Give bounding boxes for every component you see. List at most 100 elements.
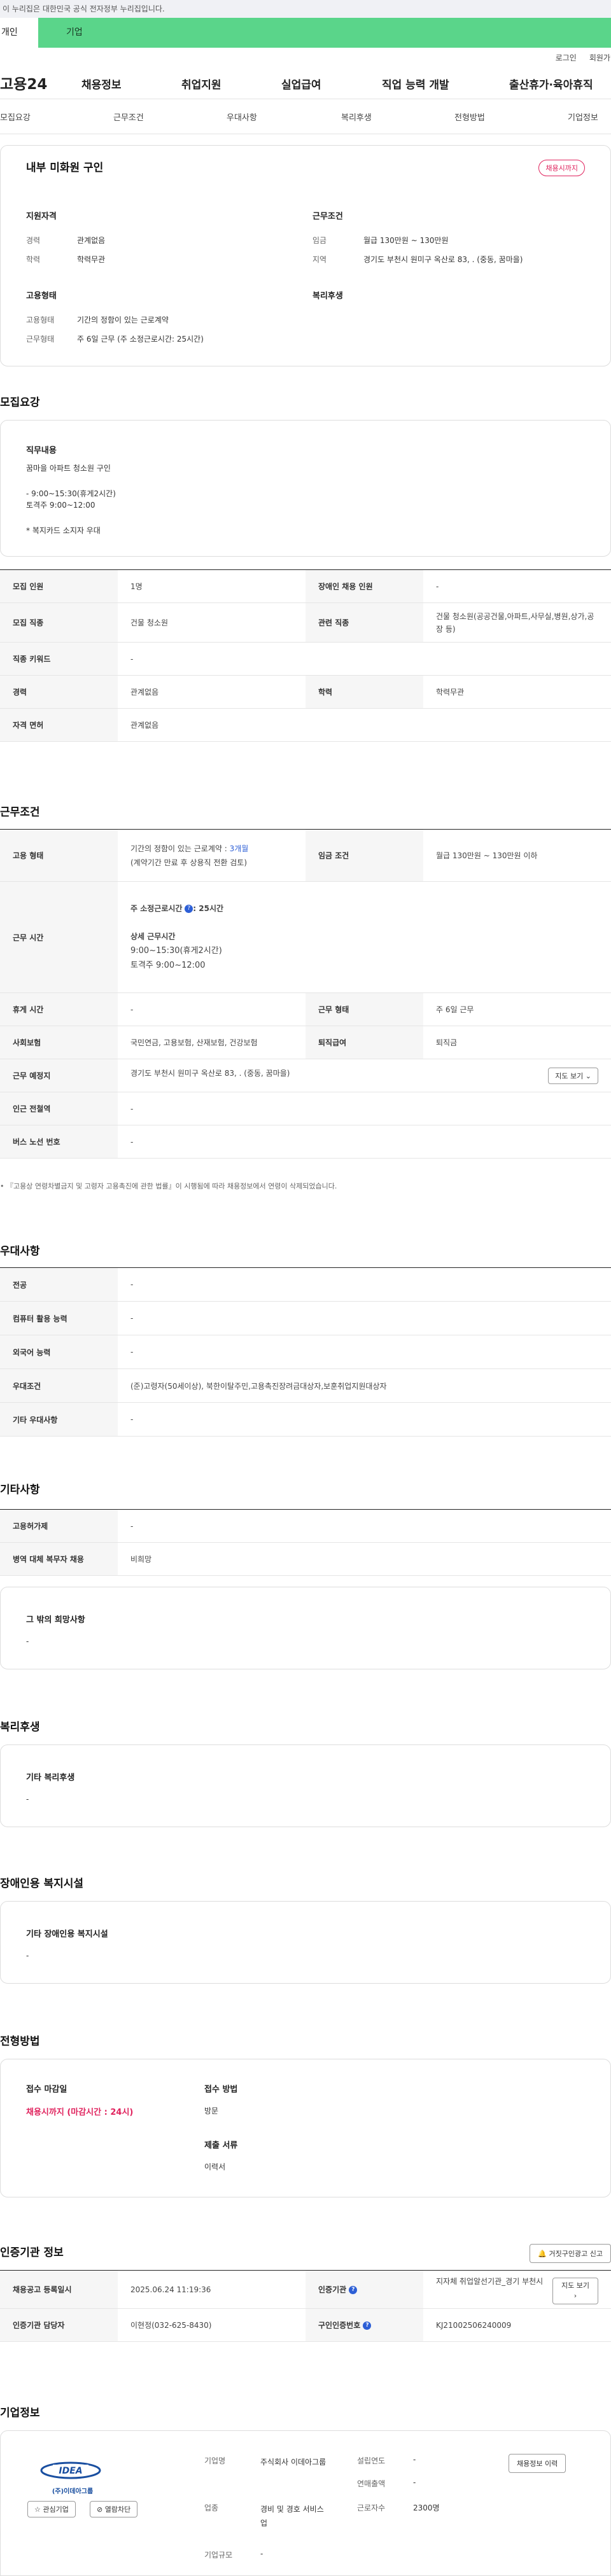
docs-value: 이력서 <box>204 2162 226 2171</box>
snb-preference[interactable]: 우대사항 <box>227 111 257 123</box>
cell-value: 지자체 취업알선기관_경기 부천시 지도 보기 › <box>423 2270 611 2309</box>
info-icon[interactable]: ? <box>349 2286 358 2294</box>
table-row: 자격 면허 관계없음 <box>0 708 611 742</box>
signup-link[interactable]: 회원가입 <box>589 52 611 63</box>
snb-welfare[interactable]: 복리후생 <box>341 111 372 123</box>
section-nav: 모집요강 근무조건 우대사항 복리후생 전형방법 기업정보 <box>0 99 611 134</box>
interest-button[interactable]: ☆ 관심기업 <box>27 2501 76 2517</box>
cell-label: 기타 우대사항 <box>0 1402 118 1437</box>
cell-label: 관련 직종 <box>306 602 423 643</box>
gnb-item-jobs[interactable]: 채용정보 <box>81 76 122 92</box>
block-label: 열람차단 <box>104 2505 131 2514</box>
hours-std-label: 주 소정근로시간 <box>130 904 183 913</box>
deadline-label: 접수 마감일 <box>26 2085 67 2094</box>
cell-label: 고용 형태 <box>0 829 118 882</box>
gnb-item-support[interactable]: 취업지원 <box>181 76 221 92</box>
map-button[interactable]: 지도 보기 ⌄ <box>548 1067 598 1084</box>
cell-value: 2025.06.24 11:19:36 <box>118 2270 306 2309</box>
welfare-card: 기타 복리후생 - <box>0 1744 611 1827</box>
table-row: 고용허가제 - <box>0 1509 611 1543</box>
cell-label: 전공 <box>0 1267 118 1302</box>
gnb-item-benefit[interactable]: 실업급여 <box>281 76 321 92</box>
qual-title: 지원자격 <box>26 212 57 221</box>
pref-table: 전공 - 컴퓨터 활용 능력 - 외국어 능력 - 우대조건 (준)고령자(50세이상)… <box>0 1267 611 1437</box>
recruit-title: 모집요강 <box>0 396 40 409</box>
cond-title: 근무조건 <box>313 212 343 221</box>
table-row: 병역 대체 복무자 채용 비희망 <box>0 1542 611 1576</box>
num-label: 구인인증번호 <box>318 2321 361 2330</box>
chevron-down-icon: ⌄ <box>585 1071 591 1080</box>
cell-label: 장애인 채용 인원 <box>306 569 423 603</box>
site-logo[interactable]: 고용24 <box>0 72 70 94</box>
emp-months: 3개월 <box>229 844 249 853</box>
duty-line-3: 토격주 9:00~12:00 <box>26 501 95 510</box>
cell-value: 비희망 <box>118 1542 611 1576</box>
snb-conditions[interactable]: 근무조건 <box>113 111 144 123</box>
emp-type: 기간의 정함이 있는 근로계약 : <box>130 844 230 853</box>
sales-value: - <box>413 2478 416 2487</box>
cell-value: KJ21002506240009 <box>423 2308 611 2342</box>
org-value: 지자체 취업알선기관_경기 부천시 <box>436 2276 544 2286</box>
table-row: 인증기관 담당자 이현정(032-625-8430) 구인인증번호 ? KJ21… <box>0 2308 611 2342</box>
gov-banner: 이 누리집은 대한민국 공식 전자정부 누리집입니다. <box>0 0 611 18</box>
tab-business[interactable]: 기업 <box>38 18 611 48</box>
info-icon[interactable]: ? <box>185 905 193 913</box>
duty-line-1: 꿈마을 아파트 청소원 구인 <box>26 464 111 473</box>
pref-title: 우대사항 <box>0 1245 40 1258</box>
interest-label: 관심기업 <box>43 2505 69 2514</box>
process-title: 전형방법 <box>0 2035 40 2048</box>
snb-company[interactable]: 기업정보 <box>568 111 598 123</box>
place-value: 경기도 부천시 원미구 옥산로 83, . (중동, 꿈마을) <box>130 1068 290 1078</box>
block-icon: ⊘ <box>97 2505 103 2514</box>
table-row: 채용공고 등록일시 2025.06.24 11:19:36 인증기관 ? 지자체… <box>0 2270 611 2309</box>
table-row: 우대조건 (준)고령자(50세이상), 북한이탈주민,고용촉진장려금대상자,보훈취… <box>0 1368 611 1403</box>
block-button[interactable]: ⊘ 열람차단 <box>90 2501 138 2517</box>
job-summary-card: 내부 미화원 구인 채용시까지 지원자격 경력 관계없음 학력 학력무관 근무조… <box>0 145 611 366</box>
info-icon[interactable]: ? <box>363 2322 372 2330</box>
hours-detail-title: 상세 근무시간 <box>130 932 176 941</box>
conditions-table: 고용 형태 기간의 정함이 있는 근로계약 : 3개월 (계약기간 만료 후 상… <box>0 829 611 1159</box>
duty-line-2: - 9:00~15:30(휴게2시간) <box>26 489 116 498</box>
age-footnote: • 『고용상 연령차별금지 및 고령자 고용촉진에 관한 법률』이 시행됨에 따… <box>0 1182 337 1190</box>
cell-value: - <box>118 1335 611 1369</box>
gnb-item-training[interactable]: 직업 능력 개발 <box>382 76 449 92</box>
edu-label: 학력 <box>26 255 41 264</box>
cell-value: 학력무관 <box>423 675 611 709</box>
age-footnote-text: 『고용상 연령차별금지 및 고령자 고용촉진에 관한 법률』이 시행됨에 따라 … <box>6 1182 337 1190</box>
welfare-box-title: 기타 복리후생 <box>26 1773 75 1783</box>
hours-std-value: : 25시간 <box>193 904 224 913</box>
table-row: 외국어 능력 - <box>0 1335 611 1369</box>
history-button[interactable]: 채용정보 이력 <box>509 2454 566 2473</box>
hours-detail-1: 9:00~15:30(휴게2시간) <box>130 946 222 956</box>
disabled-box-value: - <box>26 1951 29 1960</box>
emp-title: 고용형태 <box>26 291 57 301</box>
name-value: 주식회사 이데아그룹 <box>260 2458 327 2467</box>
name-label: 기업명 <box>204 2456 226 2465</box>
org-map-button[interactable]: 지도 보기 › <box>552 2277 598 2304</box>
cell-value: - <box>118 1267 611 1302</box>
emp-note: (계약기간 만료 후 상용직 전환 검토) <box>130 858 247 867</box>
emp-count-value: 2300명 <box>413 2503 440 2512</box>
method-label: 접수 방법 <box>204 2085 238 2094</box>
cell-label: 모집 직종 <box>0 602 118 643</box>
disabled-title: 장애인용 복지시설 <box>0 1877 84 1890</box>
docs-label: 제출 서류 <box>204 2141 238 2150</box>
tab-personal[interactable]: 개인 <box>0 18 38 48</box>
snb-process[interactable]: 전형방법 <box>454 111 485 123</box>
process-card: 접수 마감일 채용시까지 (마감시간 : 24시) 접수 방법 방문 제출 서류… <box>0 2059 611 2197</box>
cell-label: 인증기관 ? <box>306 2270 423 2309</box>
disabled-box-title: 기타 장애인용 복지시설 <box>26 1930 108 1939</box>
login-link[interactable]: 로그인 <box>556 52 577 63</box>
hope-card: 그 밖의 희망사항 - <box>0 1587 611 1669</box>
gnb-item-leave[interactable]: 출산휴가·육아휴직 <box>509 76 593 92</box>
cell-value: 건물 청소원 <box>118 602 306 643</box>
cell-value: 국민연금, 고용보험, 산재보험, 건강보험 <box>118 1026 306 1059</box>
table-row: 근무 예정지 경기도 부천시 원미구 옥산로 83, . (중동, 꿈마을) 지… <box>0 1059 611 1092</box>
bell-icon: 🔔 <box>538 2250 547 2258</box>
wage-label: 임금 <box>313 236 327 245</box>
snb-recruit[interactable]: 모집요강 <box>0 111 31 123</box>
cell-value: 주 소정근로시간 ?: 25시간 상세 근무시간 9:00~15:30(휴게2시… <box>118 881 611 993</box>
cell-label: 모집 인원 <box>0 569 118 603</box>
report-button[interactable]: 🔔 거짓구인광고 신고 <box>530 2244 611 2263</box>
cert-title: 인증기관 정보 <box>0 2246 64 2259</box>
